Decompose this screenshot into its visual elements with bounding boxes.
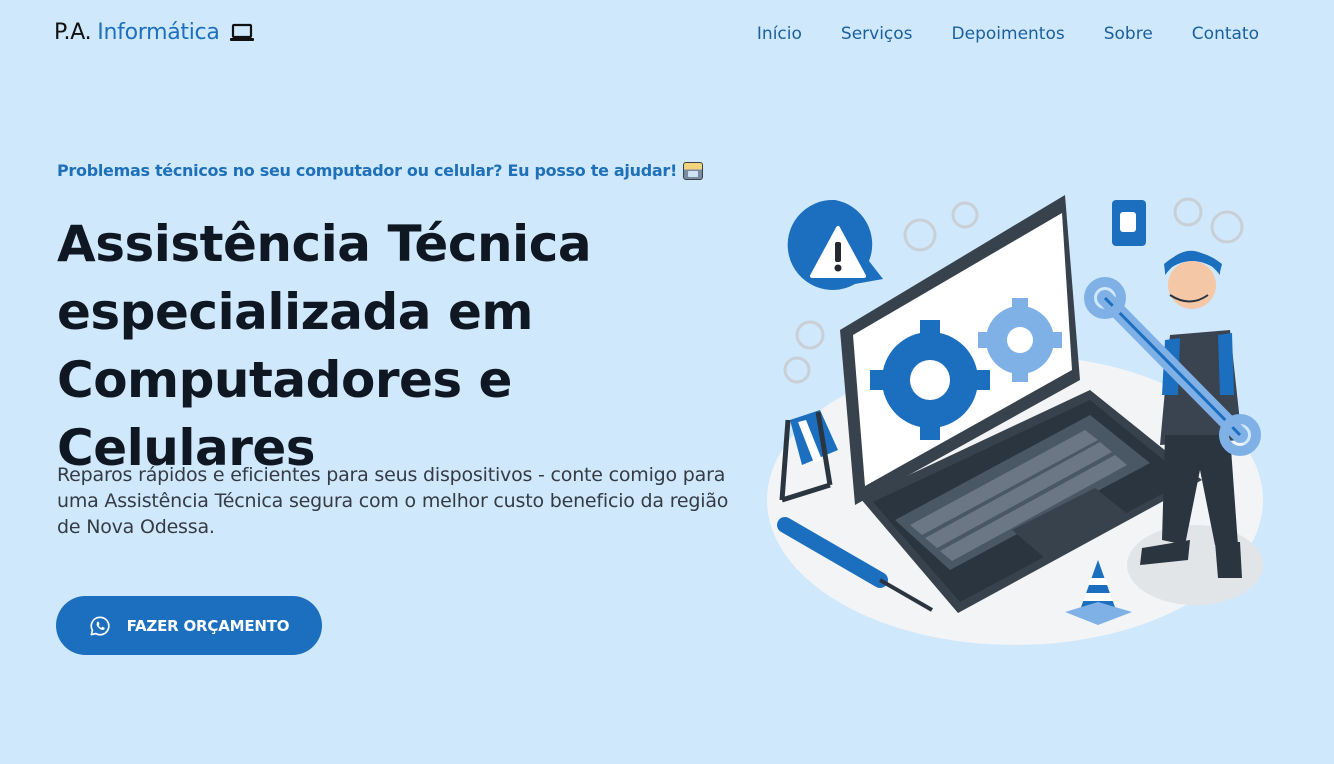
nav-link-sobre[interactable]: Sobre bbox=[1104, 24, 1153, 44]
quote-button-label: FAZER ORÇAMENTO bbox=[126, 616, 290, 635]
quote-button[interactable]: FAZER ORÇAMENTO bbox=[56, 596, 322, 655]
nav-link-servicos[interactable]: Serviços bbox=[841, 24, 913, 44]
headline-line-1: Assistência Técnica bbox=[57, 215, 592, 273]
hero-tagline: Problemas técnicos no seu computador ou … bbox=[57, 161, 703, 180]
tech-support-illustration bbox=[767, 195, 1263, 645]
main-nav: Início Serviços Depoimentos Sobre Contat… bbox=[757, 24, 1259, 44]
whatsapp-icon bbox=[90, 615, 110, 636]
laptop-icon bbox=[229, 23, 254, 41]
person-shadow bbox=[1127, 525, 1263, 605]
site-header: P.A. Informática Início Serviços Depoime… bbox=[0, 0, 1334, 70]
headline-line-3: Computadores e Celulares bbox=[57, 351, 512, 477]
logo-prefix: P.A. bbox=[54, 20, 92, 45]
nav-link-contato[interactable]: Contato bbox=[1192, 24, 1259, 44]
thumbs-up-icon bbox=[1112, 200, 1146, 246]
hero-description: Reparos rápidos e eficientes para seus d… bbox=[57, 464, 729, 538]
logo[interactable]: P.A. Informática bbox=[54, 20, 254, 45]
nav-link-inicio[interactable]: Início bbox=[757, 24, 802, 44]
technologist-emoji-icon bbox=[682, 161, 703, 180]
nav-link-depoimentos[interactable]: Depoimentos bbox=[952, 24, 1065, 44]
logo-brand: Informática bbox=[97, 20, 220, 45]
tagline-text: Problemas técnicos no seu computador ou … bbox=[57, 161, 677, 180]
hero-headline: Assistência Técnica especializada em Com… bbox=[57, 210, 777, 482]
headline-line-2: especializada em bbox=[57, 283, 533, 341]
alert-bubble-icon bbox=[787, 199, 883, 290]
